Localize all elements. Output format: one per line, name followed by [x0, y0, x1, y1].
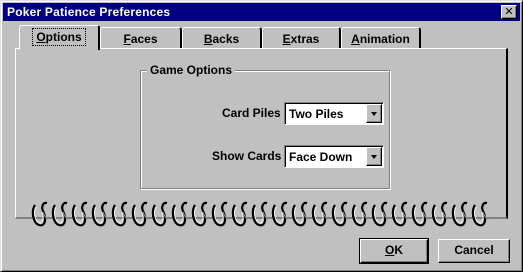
options-panel: Game Options Card Piles Two Piles Show C… [15, 48, 508, 219]
preferences-dialog: Poker Patience Preferences ✕ Options Fac… [0, 0, 523, 272]
show-cards-value: Face Down [289, 150, 353, 164]
card-piles-select[interactable]: Two Piles [284, 102, 384, 125]
card-piles-value: Two Piles [289, 107, 344, 121]
tab-options[interactable]: Options [19, 25, 100, 50]
title-bar[interactable]: Poker Patience Preferences ✕ [3, 3, 520, 21]
tab-faces-label: Faces [123, 32, 158, 46]
game-options-group: Game Options Card Piles Two Piles Show C… [140, 63, 390, 189]
spiral-binding-icon [31, 201, 491, 227]
tab-extras-label: Extras [282, 32, 320, 46]
tab-extras[interactable]: Extras [262, 27, 341, 49]
tab-animation-label: Animation [351, 32, 410, 46]
game-options-legend: Game Options [147, 63, 236, 77]
tab-backs-label: Backs [203, 32, 240, 46]
chevron-down-icon[interactable] [366, 104, 382, 123]
close-button[interactable]: ✕ [501, 5, 517, 19]
cancel-button[interactable]: Cancel [438, 239, 510, 263]
tab-options-label: Options [32, 28, 86, 46]
chevron-down-icon[interactable] [366, 147, 382, 166]
tab-backs[interactable]: Backs [182, 27, 262, 49]
ok-button[interactable]: OK [359, 238, 429, 264]
show-cards-select[interactable]: Face Down [284, 145, 384, 168]
ok-button-label: OK [384, 243, 403, 257]
close-icon: ✕ [504, 5, 514, 18]
tab-animation[interactable]: Animation [341, 27, 421, 49]
tab-faces[interactable]: Faces [100, 27, 182, 49]
show-cards-label: Show Cards [212, 149, 282, 163]
card-piles-label: Card Piles [222, 106, 281, 120]
window-title: Poker Patience Preferences [7, 5, 171, 19]
